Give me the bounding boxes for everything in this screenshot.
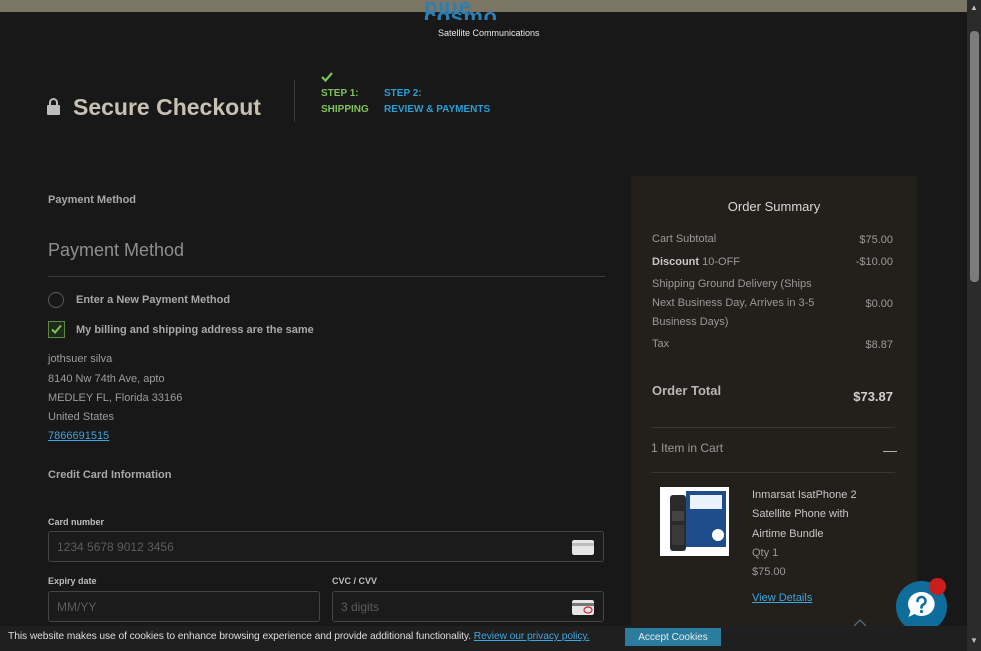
- product-qty: Qty 1: [752, 547, 779, 559]
- address-city: MEDLEY FL, Florida 33166: [48, 392, 183, 404]
- new-payment-label[interactable]: Enter a New Payment Method: [76, 294, 230, 306]
- page-title: Secure Checkout: [73, 94, 261, 120]
- cvc-card-icon: [572, 600, 594, 615]
- product-price: $75.00: [752, 566, 786, 578]
- product-name-line-1: Inmarsat IsatPhone 2: [752, 489, 857, 501]
- shipping-value: $0.00: [865, 298, 893, 310]
- accept-cookies-button[interactable]: Accept Cookies: [625, 628, 721, 646]
- divider: [651, 427, 895, 428]
- product-image[interactable]: [660, 487, 729, 556]
- cvc-label: CVC / CVV: [332, 576, 378, 586]
- payment-method-label: Payment Method: [48, 194, 137, 206]
- cvc-input[interactable]: [333, 592, 603, 621]
- credit-card-label: Credit Card Information: [48, 469, 172, 481]
- card-number-label: Card number: [48, 517, 105, 527]
- new-payment-radio[interactable]: [48, 292, 64, 308]
- divider: [48, 276, 605, 277]
- card-number-field[interactable]: [48, 531, 604, 562]
- lock-icon: [47, 98, 60, 115]
- expiry-field[interactable]: [48, 591, 320, 622]
- scroll-up-arrow-icon[interactable]: ▲: [967, 1, 981, 15]
- payment-method-heading: Payment Method: [48, 240, 185, 260]
- brand-tagline: Satellite Communications: [438, 28, 540, 38]
- shipping-line-2: Next Business Day, Arrives in 3-5: [652, 297, 815, 309]
- discount-label: Discount: [652, 256, 700, 268]
- cookie-text: This website makes use of cookies to enh…: [8, 631, 590, 642]
- same-address-checkbox[interactable]: [48, 321, 65, 338]
- view-details-link[interactable]: View Details: [752, 592, 812, 604]
- card-number-input[interactable]: [49, 532, 603, 561]
- product-name-line-3: Airtime Bundle: [752, 528, 824, 540]
- cookie-message: This website makes use of cookies to enh…: [8, 631, 471, 642]
- tax-value: $8.87: [865, 339, 893, 351]
- scroll-down-arrow-icon[interactable]: ▼: [967, 634, 981, 648]
- card-icon: [572, 540, 594, 555]
- expiry-label: Expiry date: [48, 576, 97, 586]
- order-summary-title: Order Summary: [727, 199, 821, 214]
- privacy-policy-link[interactable]: Review our privacy policy.: [474, 631, 590, 642]
- subtotal-value: $75.00: [859, 234, 893, 246]
- notification-badge: [929, 578, 946, 595]
- order-total-label: Order Total: [652, 383, 722, 398]
- step1-name: SHIPPING: [321, 104, 369, 115]
- scroll-thumb[interactable]: [970, 31, 979, 282]
- step-shipping[interactable]: STEP 1: SHIPPING: [321, 72, 369, 118]
- scrollbar[interactable]: ▲ ▼: [967, 0, 981, 651]
- check-icon: [51, 324, 62, 334]
- title-divider: [294, 80, 295, 122]
- address-name: jothsuer silva: [48, 353, 113, 365]
- address-country: United States: [48, 411, 115, 423]
- address-street: 8140 Nw 74th Ave, apto: [48, 373, 165, 385]
- cvc-field[interactable]: [332, 591, 604, 622]
- order-total-value: $73.87: [853, 389, 893, 404]
- divider: [651, 472, 895, 473]
- collapse-icon[interactable]: —: [883, 442, 897, 458]
- brand-logo[interactable]: blue cosmo: [424, 2, 549, 20]
- items-in-cart-label[interactable]: 1 Item in Cart: [651, 441, 723, 455]
- discount-code: 10-OFF: [702, 256, 741, 268]
- expiry-input[interactable]: [49, 592, 319, 621]
- step-review-payments[interactable]: STEP 2: REVIEW & PAYMENTS: [384, 86, 490, 118]
- discount-value: -$10.00: [855, 256, 893, 268]
- order-summary-panel: Order Summary Cart Subtotal $75.00 Disco…: [631, 176, 917, 651]
- discount-row: Discount 10-OFF: [652, 253, 740, 272]
- subtotal-label: Cart Subtotal: [652, 233, 717, 245]
- same-address-label[interactable]: My billing and shipping address are the …: [76, 324, 314, 336]
- shipping-line-1: Shipping Ground Delivery (Ships: [652, 278, 812, 290]
- step2-number: STEP 2:: [384, 88, 422, 99]
- product-name-line-2: Satellite Phone with: [752, 508, 849, 520]
- shipping-line-3: Business Days): [652, 316, 729, 328]
- address-phone-link[interactable]: 7866691515: [48, 430, 109, 442]
- step2-name: REVIEW & PAYMENTS: [384, 104, 491, 115]
- check-icon: [321, 72, 369, 86]
- tax-label: Tax: [652, 338, 670, 350]
- cookie-banner: This website makes use of cookies to enh…: [0, 626, 967, 651]
- step1-number: STEP 1:: [321, 88, 359, 99]
